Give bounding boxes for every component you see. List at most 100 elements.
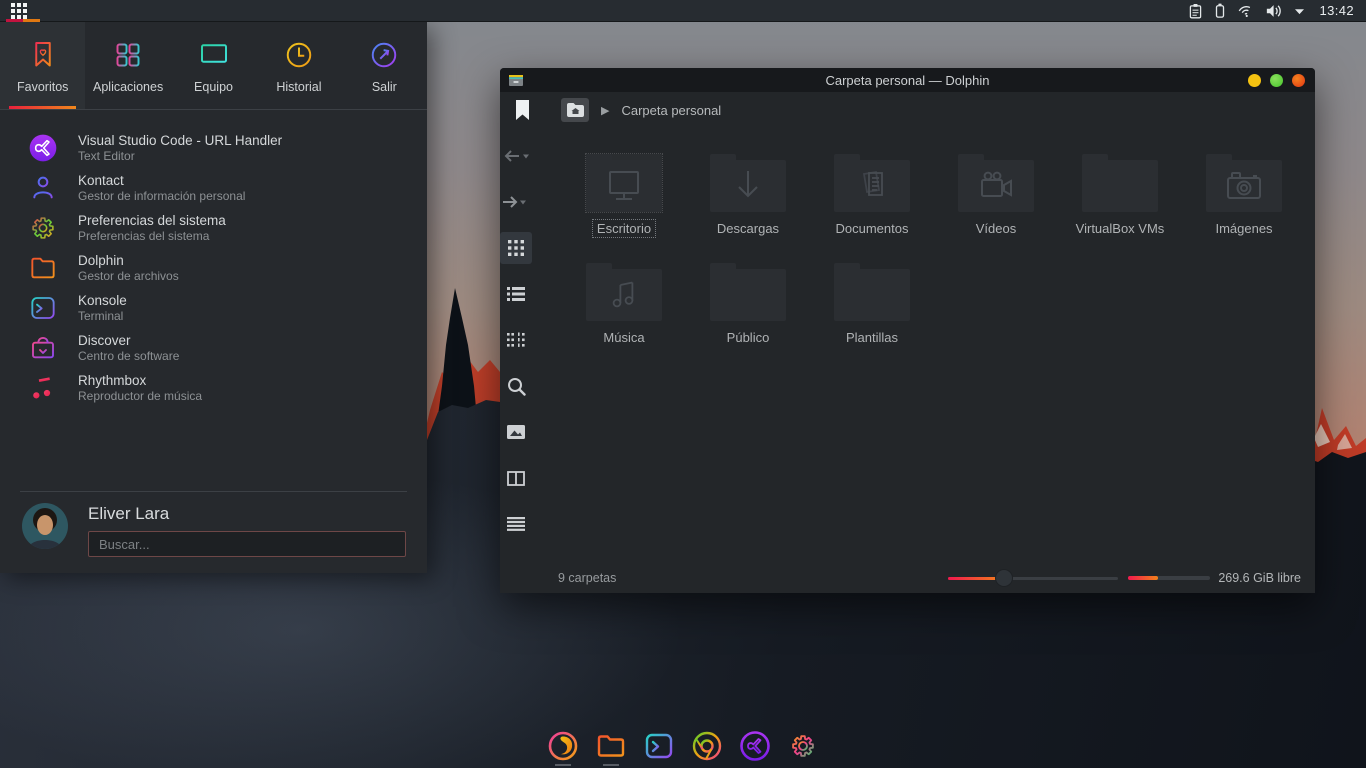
tab-historial[interactable]: Historial (256, 22, 341, 109)
app-title: Kontact (78, 172, 245, 189)
battery-icon[interactable] (1213, 2, 1227, 20)
folder-videos[interactable]: Vídeos (934, 154, 1058, 237)
plain-folder (834, 269, 910, 321)
split-view-icon[interactable] (500, 462, 532, 494)
app-subtitle: Text Editor (78, 149, 282, 164)
konsole-icon[interactable] (642, 728, 676, 764)
firefox-icon[interactable] (546, 728, 580, 764)
user-area: Eliver Lara (0, 491, 427, 573)
dock (540, 726, 826, 768)
folder-virtualbox-vms[interactable]: VirtualBox VMs (1058, 154, 1182, 237)
folder-imagenes[interactable]: Imágenes (1182, 154, 1306, 237)
tab-equipo[interactable]: Equipo (171, 22, 256, 109)
app-title: Rhythmbox (78, 372, 202, 389)
volume-icon[interactable] (1265, 2, 1284, 20)
desktop: 13:42 Favoritos Aplicaciones Equip (0, 0, 1366, 768)
download-arrow-glyph (710, 160, 786, 212)
app-subtitle: Gestor de información personal (78, 189, 245, 204)
search-icon[interactable] (500, 370, 532, 402)
app-grid-icon (110, 37, 146, 73)
app-item-kontact[interactable]: Kontact Gestor de información personal (0, 168, 427, 208)
video-camera-glyph (958, 160, 1034, 212)
gear-icon (26, 211, 60, 245)
preview-icon[interactable] (500, 416, 532, 448)
folder-escritorio[interactable]: Escritorio (562, 154, 686, 237)
app-launcher-button[interactable] (0, 0, 44, 22)
photo-camera-glyph (1206, 160, 1282, 212)
tab-label: Salir (372, 80, 397, 94)
vscode-icon[interactable] (738, 728, 772, 764)
avatar (22, 503, 68, 549)
monitor-glyph (586, 160, 662, 212)
folder-label: Imágenes (1211, 220, 1276, 237)
chevron-down-icon[interactable] (1293, 2, 1306, 20)
list-view-button[interactable] (500, 278, 532, 310)
launcher-tabstrip: Favoritos Aplicaciones Equipo Historial (0, 22, 427, 110)
items-count: 9 carpetas (558, 571, 616, 585)
slider-handle[interactable] (995, 569, 1013, 587)
folder-label: Público (723, 329, 774, 346)
folder-documentos[interactable]: Documentos (810, 154, 934, 237)
app-item-vscode[interactable]: Visual Studio Code - URL Handler Text Ed… (0, 128, 427, 168)
logout-arrow-icon (366, 37, 402, 73)
launcher-grid-icon (11, 3, 27, 19)
bookmark-heart-icon (25, 37, 61, 73)
favorites-list: Visual Studio Code - URL Handler Text Ed… (0, 110, 427, 408)
folder-descargas[interactable]: Descargas (686, 154, 810, 237)
divider (20, 491, 407, 492)
bookmark-icon[interactable] (516, 100, 529, 121)
details-view-button[interactable] (500, 324, 532, 356)
app-item-preferencias[interactable]: Preferencias del sistema Preferencias de… (0, 208, 427, 248)
app-item-rhythmbox[interactable]: Rhythmbox Reproductor de música (0, 368, 427, 408)
app-item-discover[interactable]: Discover Centro de software (0, 328, 427, 368)
forward-button[interactable] (500, 186, 532, 218)
maximize-button[interactable] (1270, 74, 1283, 87)
tab-salir[interactable]: Salir (342, 22, 427, 109)
location-toolbar: ▶ Carpeta personal (500, 92, 1315, 128)
app-subtitle: Centro de software (78, 349, 179, 364)
clipboard-icon[interactable] (1187, 2, 1204, 20)
music-note-glyph (586, 269, 662, 321)
folder-label: Escritorio (593, 220, 655, 237)
disk-usage-bar (1128, 576, 1210, 580)
folder-plantillas[interactable]: Plantillas (810, 263, 934, 346)
window-title: Carpeta personal — Dolphin (500, 73, 1315, 88)
chevron-right-icon: ▶ (599, 104, 611, 117)
app-subtitle: Terminal (78, 309, 127, 324)
titlebar[interactable]: Carpeta personal — Dolphin (500, 68, 1315, 92)
folder-label: Vídeos (972, 220, 1020, 237)
chrome-icon[interactable] (690, 728, 724, 764)
folder-musica[interactable]: Música (562, 263, 686, 346)
minimize-button[interactable] (1248, 74, 1261, 87)
close-button[interactable] (1292, 74, 1305, 87)
search-input[interactable] (88, 531, 406, 557)
free-space-label: 269.6 GiB libre (1218, 571, 1301, 585)
person-icon (26, 171, 60, 205)
dolphin-window: Carpeta personal — Dolphin ▶ Carpeta per… (500, 68, 1315, 593)
dolphin-folder-icon[interactable] (594, 728, 628, 764)
tab-aplicaciones[interactable]: Aplicaciones (85, 22, 170, 109)
settings-gear-icon[interactable] (786, 728, 820, 764)
app-subtitle: Gestor de archivos (78, 269, 179, 284)
app-item-konsole[interactable]: Konsole Terminal (0, 288, 427, 328)
clock[interactable]: 13:42 (1315, 3, 1354, 18)
tab-favoritos[interactable]: Favoritos (0, 22, 85, 109)
network-icon[interactable] (1236, 2, 1256, 20)
folder-label: VirtualBox VMs (1072, 220, 1169, 237)
terminal-icon (26, 291, 60, 325)
folder-label: Documentos (832, 220, 913, 237)
app-item-dolphin[interactable]: Dolphin Gestor de archivos (0, 248, 427, 288)
zoom-slider[interactable] (948, 569, 1118, 587)
launcher-menu: Favoritos Aplicaciones Equipo Historial (0, 22, 427, 573)
breadcrumb[interactable]: Carpeta personal (621, 103, 721, 118)
plain-folder (1082, 160, 1158, 212)
hamburger-menu-icon[interactable] (500, 508, 532, 540)
folder-publico[interactable]: Público (686, 263, 810, 346)
tab-label: Historial (276, 80, 321, 94)
icons-view-button[interactable] (500, 232, 532, 264)
app-subtitle: Reproductor de música (78, 389, 202, 404)
system-tray: 13:42 (1187, 2, 1366, 20)
back-button[interactable] (500, 140, 532, 172)
launcher-active-underline (6, 19, 40, 22)
home-button[interactable] (561, 98, 589, 122)
